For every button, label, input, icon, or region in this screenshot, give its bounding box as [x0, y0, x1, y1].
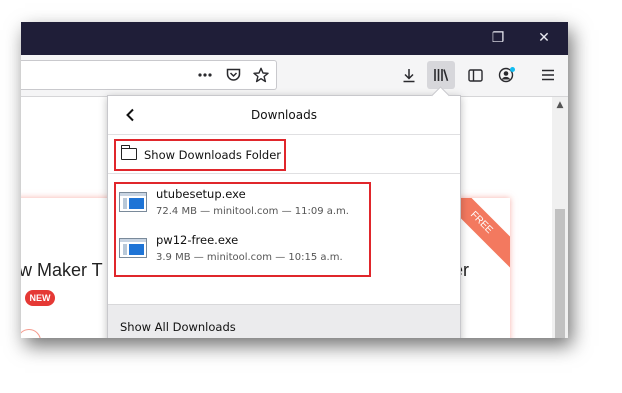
chevron-left-icon — [126, 108, 134, 122]
downloads-panel: Downloads Show Downloads Folder utubeset… — [107, 86, 461, 338]
download-filename: pw12-free.exe — [156, 233, 239, 247]
folder-icon — [120, 145, 137, 160]
show-downloads-folder-label: Show Downloads Folder — [144, 148, 282, 162]
free-ribbon: FREE — [454, 198, 510, 270]
show-all-downloads-label: Show All Downloads — [120, 320, 236, 334]
downloads-panel-header: Downloads — [108, 96, 460, 135]
sidebar-icon[interactable] — [461, 61, 489, 89]
close-window-button[interactable]: ✕ — [524, 22, 564, 55]
product-title-left: w Maker T — [21, 260, 103, 280]
scroll-thumb[interactable] — [555, 209, 565, 338]
downloads-panel-title: Downloads — [251, 108, 317, 122]
bookmark-star-icon[interactable] — [249, 61, 273, 89]
download-item[interactable]: utubesetup.exe 72.4 MB — minitool.com — … — [116, 184, 369, 228]
download-details: 72.4 MB — minitool.com — 11:09 a.m. — [156, 206, 349, 217]
download-filename: utubesetup.exe — [156, 187, 246, 201]
vertical-scrollbar[interactable]: ▲ — [552, 97, 568, 338]
menu-icon[interactable] — [534, 61, 562, 89]
panel-separator — [108, 173, 460, 174]
download-item[interactable]: pw12-free.exe 3.9 MB — minitool.com — 10… — [116, 230, 369, 274]
library-icon[interactable] — [427, 61, 455, 89]
close-icon: ✕ — [538, 30, 550, 46]
downloads-list: utubesetup.exe 72.4 MB — minitool.com — … — [114, 182, 371, 277]
back-button[interactable] — [116, 101, 144, 129]
pocket-icon[interactable] — [221, 61, 245, 89]
account-icon[interactable] — [493, 61, 521, 89]
download-icon[interactable] — [395, 61, 423, 89]
executable-file-icon — [119, 238, 147, 258]
url-bar[interactable] — [21, 60, 277, 90]
restore-window-button[interactable]: ❐ — [478, 22, 518, 55]
scroll-up-arrow-icon[interactable]: ▲ — [552, 97, 568, 113]
new-badge: NEW — [25, 290, 55, 306]
more-icon[interactable] — [193, 61, 217, 89]
title-bar: ❐ ✕ — [21, 22, 568, 55]
download-details: 3.9 MB — minitool.com — 10:15 a.m. — [156, 252, 343, 263]
show-downloads-folder-button[interactable]: Show Downloads Folder — [114, 139, 286, 171]
restore-icon: ❐ — [491, 30, 505, 46]
executable-file-icon — [119, 192, 147, 212]
show-all-downloads-button[interactable]: Show All Downloads — [108, 304, 460, 338]
navigation-toolbar — [21, 55, 568, 97]
browser-window: ❐ ✕ w Maker T NEW FREE er ▲ Downloads Sh… — [21, 22, 568, 338]
